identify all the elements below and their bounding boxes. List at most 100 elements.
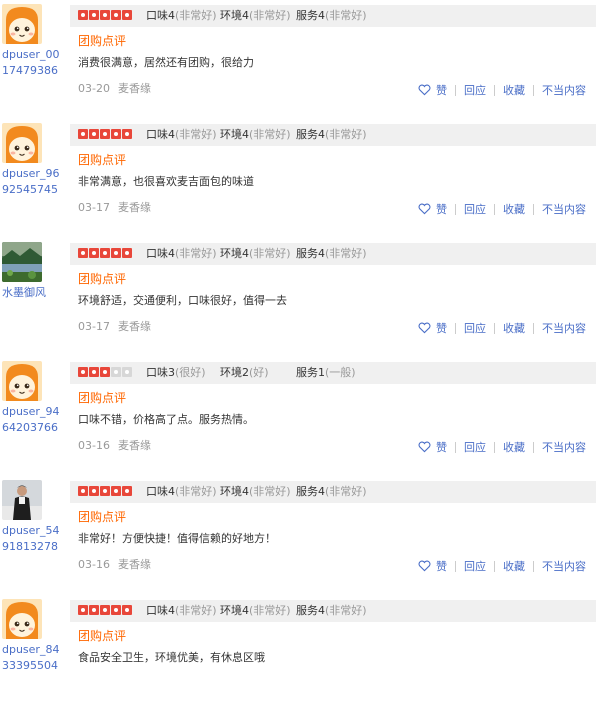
review-actions: 赞 回应 收藏 不当内容 bbox=[418, 82, 586, 98]
taste-quality: (非常好) bbox=[175, 128, 217, 141]
star-empty-icon bbox=[111, 367, 121, 377]
review-meta: 03-20 麦香缘 bbox=[78, 81, 151, 97]
shop-name[interactable]: 麦香缘 bbox=[118, 82, 151, 95]
avatar[interactable] bbox=[2, 242, 42, 282]
review-actions: 赞 回应 收藏 不当内容 bbox=[418, 201, 586, 217]
star-filled-icon bbox=[122, 605, 132, 615]
taste-score: 口味4(非常好) bbox=[146, 247, 217, 261]
favorite-button[interactable]: 收藏 bbox=[503, 558, 525, 574]
taste-score: 口味3(很好) bbox=[146, 366, 206, 380]
report-button[interactable]: 不当内容 bbox=[542, 201, 586, 217]
environment-quality: (非常好) bbox=[249, 604, 291, 617]
rating-bar: 口味4(非常好) 环境4(非常好) 服务4(非常好) bbox=[70, 600, 596, 622]
service-value: 4 bbox=[318, 485, 325, 498]
star-filled-icon bbox=[122, 486, 132, 496]
star-rating bbox=[78, 367, 132, 379]
favorite-button[interactable]: 收藏 bbox=[503, 201, 525, 217]
username-link[interactable]: dpuser_0017479386 bbox=[2, 47, 64, 79]
environment-score: 环境2(好) bbox=[220, 366, 269, 380]
username-link[interactable]: dpuser_5491813278 bbox=[2, 523, 64, 555]
shop-name[interactable]: 麦香缘 bbox=[118, 320, 151, 333]
divider bbox=[533, 560, 534, 572]
username-link[interactable]: dpuser_8433395504 bbox=[2, 642, 64, 674]
environment-value: 4 bbox=[242, 485, 249, 498]
service-quality: (一般) bbox=[325, 366, 356, 379]
review-meta: 03-16 麦香缘 bbox=[78, 557, 151, 573]
star-rating bbox=[78, 605, 132, 617]
review-item: dpuser_9464203766 口味3(很好) 环境2(好) 服务1(一般)… bbox=[0, 357, 600, 476]
like-button[interactable]: 赞 bbox=[436, 320, 447, 336]
username-link[interactable]: 水墨御风 bbox=[2, 285, 64, 301]
star-filled-icon bbox=[100, 486, 110, 496]
avatar[interactable] bbox=[2, 480, 42, 520]
review-text: 环境舒适，交通便利，口味很好，值得一去 bbox=[78, 294, 287, 307]
star-filled-icon bbox=[122, 10, 132, 20]
like-button[interactable]: 赞 bbox=[436, 201, 447, 217]
service-value: 4 bbox=[318, 9, 325, 22]
taste-value: 4 bbox=[168, 485, 175, 498]
star-filled-icon bbox=[89, 605, 99, 615]
review-meta: 03-16 麦香缘 bbox=[78, 438, 151, 454]
review-text: 消费很满意，居然还有团购，很给力 bbox=[78, 56, 254, 69]
star-filled-icon bbox=[100, 367, 110, 377]
avatar[interactable] bbox=[2, 123, 42, 163]
report-button[interactable]: 不当内容 bbox=[542, 558, 586, 574]
star-filled-icon bbox=[89, 129, 99, 139]
shop-name[interactable]: 麦香缘 bbox=[118, 439, 151, 452]
heart-icon[interactable] bbox=[418, 84, 431, 96]
group-buy-tag: 团购点评 bbox=[78, 153, 127, 167]
reply-button[interactable]: 回应 bbox=[464, 558, 486, 574]
review-date: 03-17 bbox=[78, 320, 110, 333]
favorite-button[interactable]: 收藏 bbox=[503, 439, 525, 455]
service-label: 服务 bbox=[296, 485, 318, 498]
heart-icon[interactable] bbox=[418, 322, 431, 334]
service-score: 服务4(非常好) bbox=[296, 9, 367, 23]
like-button[interactable]: 赞 bbox=[436, 558, 447, 574]
reviewer-column: dpuser_9464203766 bbox=[0, 357, 64, 476]
reviewer-column: dpuser_9692545745 bbox=[0, 119, 64, 238]
divider bbox=[533, 84, 534, 96]
taste-value: 3 bbox=[168, 366, 175, 379]
review-meta: 03-17 麦香缘 bbox=[78, 200, 151, 216]
review-item: dpuser_9692545745 口味4(非常好) 环境4(非常好) 服务4(… bbox=[0, 119, 600, 238]
heart-icon[interactable] bbox=[418, 441, 431, 453]
service-score: 服务4(非常好) bbox=[296, 485, 367, 499]
reply-button[interactable]: 回应 bbox=[464, 201, 486, 217]
heart-icon[interactable] bbox=[418, 560, 431, 572]
favorite-button[interactable]: 收藏 bbox=[503, 320, 525, 336]
review-item: dpuser_8433395504 口味4(非常好) 环境4(非常好) 服务4(… bbox=[0, 595, 600, 714]
service-quality: (非常好) bbox=[325, 128, 367, 141]
avatar[interactable] bbox=[2, 4, 42, 44]
username-link[interactable]: dpuser_9692545745 bbox=[2, 166, 64, 198]
service-value: 4 bbox=[318, 128, 325, 141]
environment-label: 环境 bbox=[220, 9, 242, 22]
review-date: 03-17 bbox=[78, 201, 110, 214]
username-link[interactable]: dpuser_9464203766 bbox=[2, 404, 64, 436]
star-filled-icon bbox=[122, 248, 132, 258]
environment-quality: (非常好) bbox=[249, 128, 291, 141]
taste-label: 口味 bbox=[146, 9, 168, 22]
taste-label: 口味 bbox=[146, 247, 168, 260]
star-filled-icon bbox=[78, 129, 88, 139]
service-quality: (非常好) bbox=[325, 9, 367, 22]
report-button[interactable]: 不当内容 bbox=[542, 439, 586, 455]
avatar[interactable] bbox=[2, 599, 42, 639]
reply-button[interactable]: 回应 bbox=[464, 439, 486, 455]
review-text: 非常好！方便快捷！值得信赖的好地方！ bbox=[78, 532, 276, 545]
like-button[interactable]: 赞 bbox=[436, 82, 447, 98]
report-button[interactable]: 不当内容 bbox=[542, 320, 586, 336]
environment-score: 环境4(非常好) bbox=[220, 128, 291, 142]
reply-button[interactable]: 回应 bbox=[464, 82, 486, 98]
shop-name[interactable]: 麦香缘 bbox=[118, 558, 151, 571]
review-item: dpuser_0017479386 口味4(非常好) 环境4(非常好) 服务4(… bbox=[0, 0, 600, 119]
star-rating bbox=[78, 129, 132, 141]
shop-name[interactable]: 麦香缘 bbox=[118, 201, 151, 214]
reply-button[interactable]: 回应 bbox=[464, 320, 486, 336]
like-button[interactable]: 赞 bbox=[436, 439, 447, 455]
reviewer-column: dpuser_5491813278 bbox=[0, 476, 64, 595]
report-button[interactable]: 不当内容 bbox=[542, 82, 586, 98]
avatar[interactable] bbox=[2, 361, 42, 401]
favorite-button[interactable]: 收藏 bbox=[503, 82, 525, 98]
heart-icon[interactable] bbox=[418, 203, 431, 215]
service-label: 服务 bbox=[296, 604, 318, 617]
